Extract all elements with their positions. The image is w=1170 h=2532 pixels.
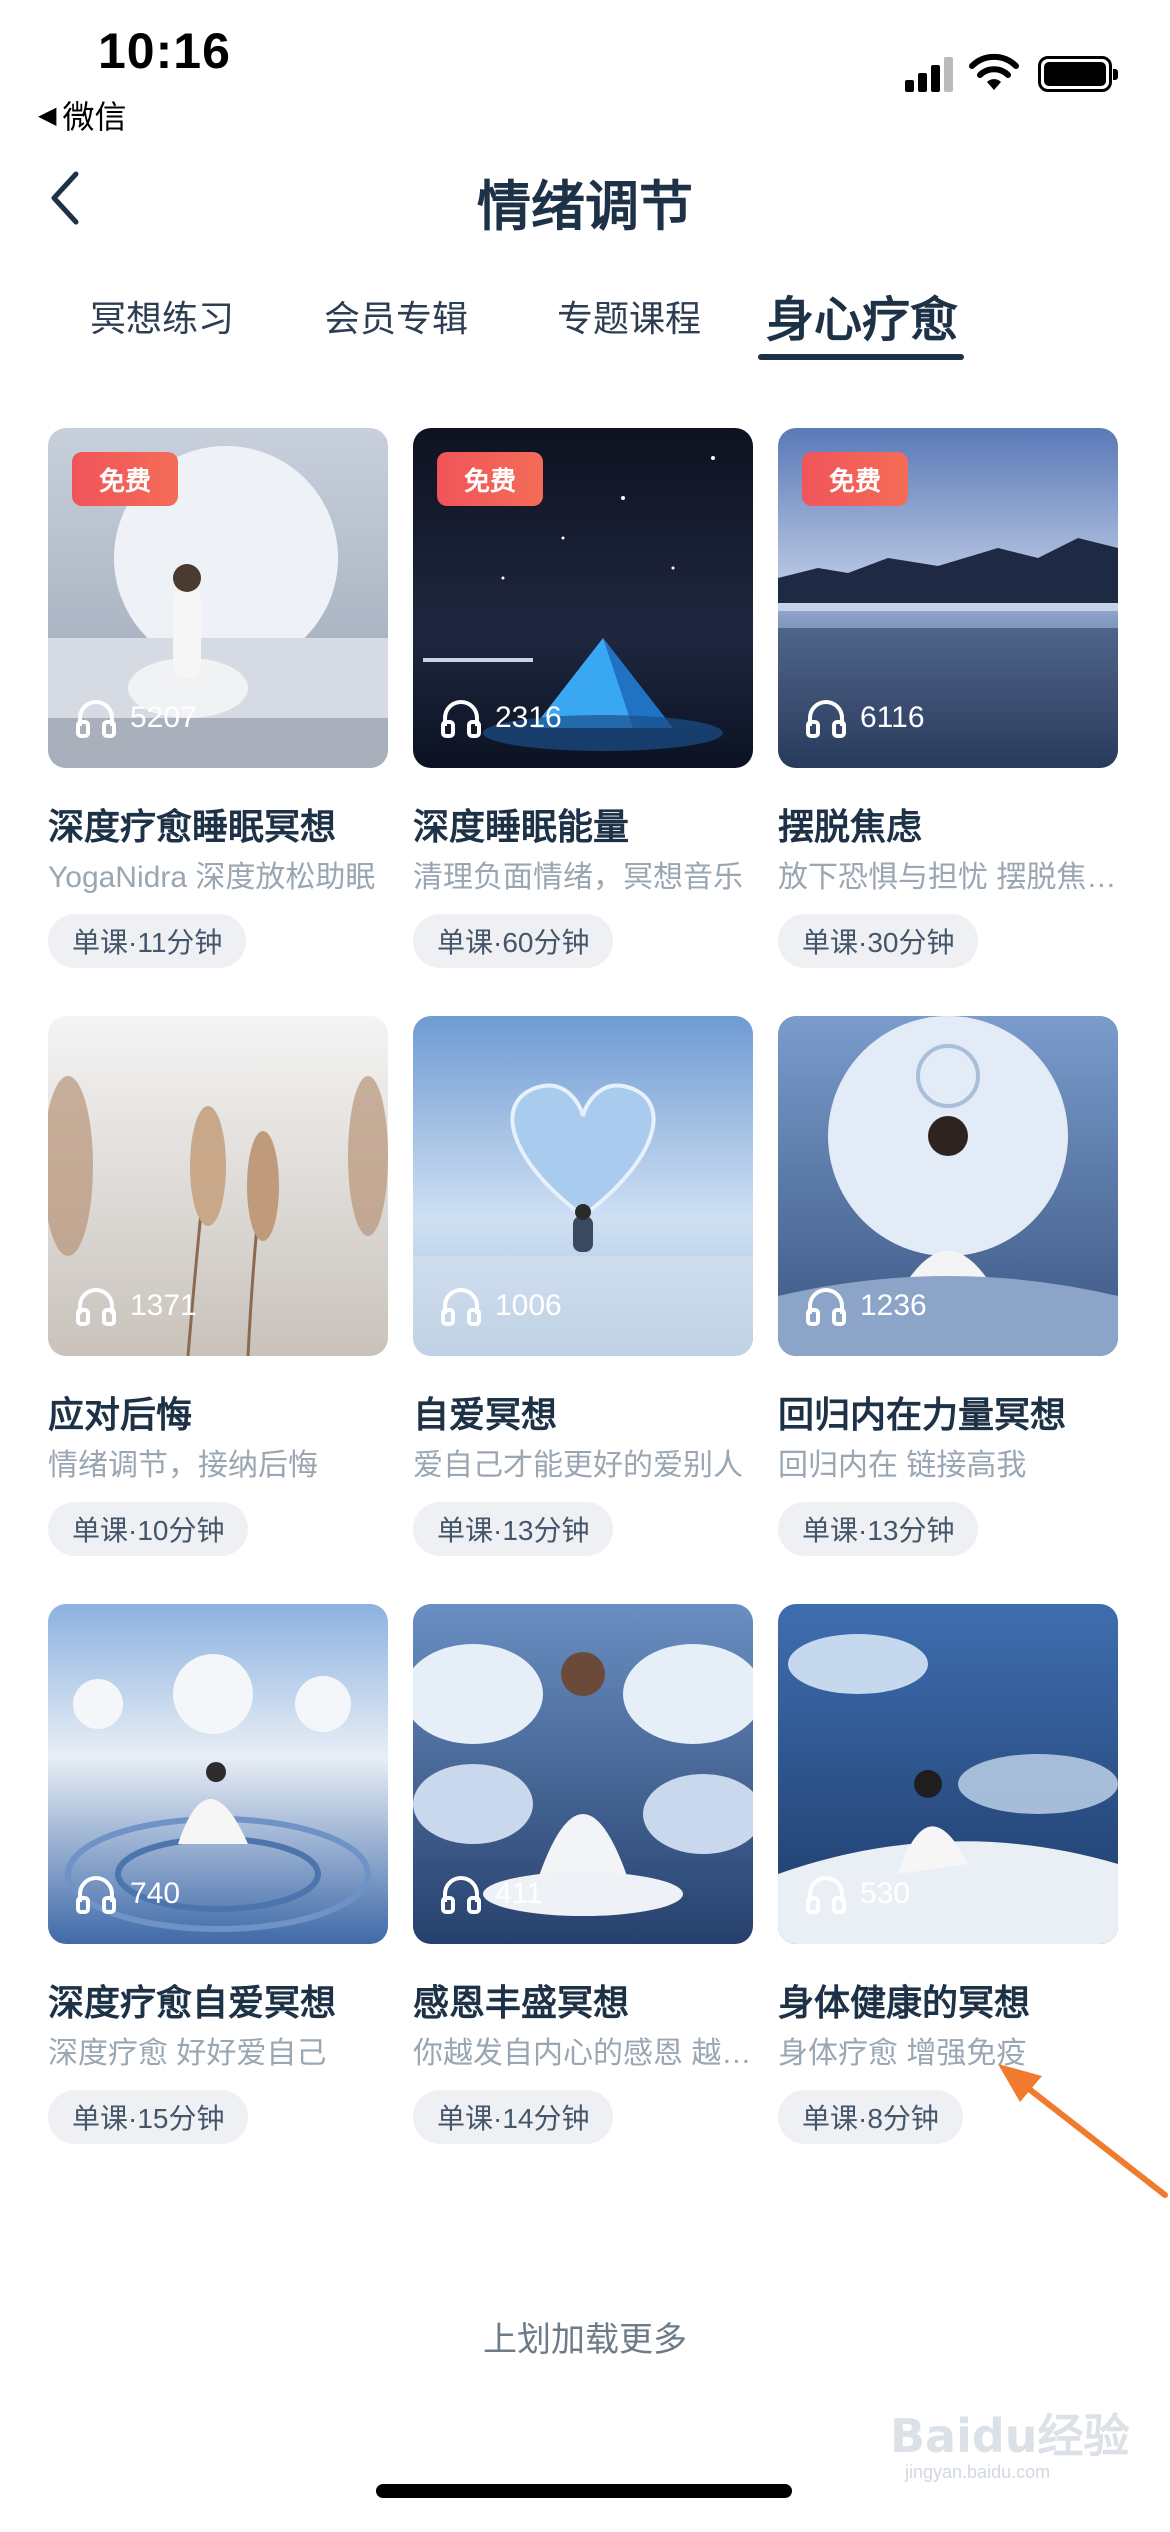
tab-member-albums[interactable]: 会员专辑 <box>324 290 468 342</box>
course-description: 你越发自内心的感恩 越能吸引丰盛 <box>413 2037 753 2070</box>
play-count: 1236 <box>804 1284 927 1328</box>
course-duration-tag: 单课·30分钟 <box>778 914 979 968</box>
play-count: 6116 <box>804 696 925 740</box>
course-duration-tag: 单课·13分钟 <box>778 1502 979 1556</box>
headphones-icon <box>441 1288 481 1326</box>
play-count: 5207 <box>74 696 197 740</box>
play-count-value: 6116 <box>860 701 925 734</box>
play-count: 411 <box>439 1872 543 1916</box>
watermark-url: jingyan.baidu.com <box>905 2462 1051 2482</box>
course-card[interactable]: 1236 回归内在力量冥想 回归内在 链接高我 单课·13分钟 <box>778 1016 1118 1576</box>
free-badge: 免费 <box>437 452 543 506</box>
wifi-icon <box>969 53 1019 90</box>
headphones-icon <box>441 1876 481 1914</box>
play-count-value: 1371 <box>130 1289 197 1322</box>
play-count: 2316 <box>439 696 562 740</box>
watermark: Baidu经验 <box>890 2409 1130 2463</box>
play-count: 1371 <box>74 1284 197 1328</box>
course-description: 清理负面情绪，冥想音乐 <box>413 861 743 894</box>
cellular-signal-icon <box>905 56 955 92</box>
course-description: 回归内在 链接高我 <box>778 1449 1027 1482</box>
play-count-value: 2316 <box>495 701 562 734</box>
play-count-value: 530 <box>860 1877 911 1910</box>
course-card[interactable]: 免费 2316 深度睡眠能量 清理负面情绪，冥想音乐 单课·60分钟 <box>413 428 753 988</box>
play-count: 530 <box>804 1872 910 1916</box>
category-tabs: 冥想练习 会员专辑 专题课程 身心疗愈 <box>0 270 1170 370</box>
headphones-icon <box>76 1288 116 1326</box>
course-title: 深度疗愈自爱冥想 <box>48 1982 337 2023</box>
course-title: 自爱冥想 <box>413 1394 558 1435</box>
active-tab-indicator <box>758 354 964 360</box>
course-duration-tag: 单课·11分钟 <box>48 914 247 968</box>
course-card[interactable]: 411 感恩丰盛冥想 你越发自内心的感恩 越能吸引丰盛 单课·14分钟 <box>413 1604 753 2164</box>
page-title: 情绪调节 <box>477 177 693 237</box>
course-description: 爱自己才能更好的爱别人 <box>413 1449 743 1482</box>
course-title: 应对后悔 <box>48 1394 193 1435</box>
tab-meditation-practice[interactable]: 冥想练习 <box>90 290 234 342</box>
headphones-icon <box>76 700 116 738</box>
course-description: 放下恐惧与担忧 摆脱焦虑情绪 <box>778 861 1118 894</box>
course-title: 深度睡眠能量 <box>413 806 630 847</box>
course-description: 深度疗愈 好好爱自己 <box>48 2037 327 2070</box>
play-count: 1006 <box>439 1284 562 1328</box>
course-title: 摆脱焦虑 <box>778 806 923 847</box>
status-time: 10:16 <box>98 23 231 79</box>
course-title: 深度疗愈睡眠冥想 <box>48 806 337 847</box>
course-duration-tag: 单课·8分钟 <box>778 2090 963 2144</box>
tab-special-courses[interactable]: 专题课程 <box>557 290 701 342</box>
course-card[interactable]: 740 深度疗愈自爱冥想 深度疗愈 好好爱自己 单课·15分钟 <box>48 1604 388 2164</box>
play-count-value: 1006 <box>495 1289 562 1322</box>
play-count: 740 <box>74 1872 180 1916</box>
course-title: 身体健康的冥想 <box>778 1982 1031 2023</box>
course-duration-tag: 单课·60分钟 <box>413 914 614 968</box>
course-card[interactable]: 1006 自爱冥想 爱自己才能更好的爱别人 单课·13分钟 <box>413 1016 753 1576</box>
play-count-value: 5207 <box>130 701 197 734</box>
play-count-value: 1236 <box>860 1289 927 1322</box>
battery-icon <box>1038 56 1118 92</box>
course-title: 感恩丰盛冥想 <box>413 1982 630 2023</box>
home-indicator[interactable] <box>376 2484 792 2498</box>
status-bar: 10:16 ◀ 微信 <box>0 0 1170 140</box>
headphones-icon <box>806 700 846 738</box>
course-duration-tag: 单课·13分钟 <box>413 1502 614 1556</box>
free-badge: 免费 <box>72 452 178 506</box>
headphones-icon <box>806 1288 846 1326</box>
course-description: YogaNidra 深度放松助眠 <box>48 861 376 894</box>
back-triangle-icon: ◀ <box>38 101 57 129</box>
back-app-label: 微信 <box>62 99 127 135</box>
tab-body-mind-healing[interactable]: 身心疗愈 <box>766 280 958 350</box>
back-to-app-link[interactable]: ◀ 微信 <box>38 92 126 138</box>
course-card[interactable]: 1371 应对后悔 情绪调节，接纳后悔 单课·10分钟 <box>48 1016 388 1576</box>
play-count-value: 740 <box>130 1877 181 1910</box>
course-card[interactable]: 免费 6116 摆脱焦虑 放下恐惧与担忧 摆脱焦虑情绪 单课·30分钟 <box>778 428 1118 988</box>
load-more-hint: 上划加载更多 <box>483 2321 687 2359</box>
course-duration-tag: 单课·15分钟 <box>48 2090 249 2144</box>
play-count-value: 411 <box>495 1877 543 1910</box>
course-title: 回归内在力量冥想 <box>778 1394 1067 1435</box>
headphones-icon <box>76 1876 116 1914</box>
course-duration-tag: 单课·10分钟 <box>48 1502 249 1556</box>
course-card[interactable]: 免费 5207 深度疗愈睡眠冥想 YogaNidra 深度放松助眠 单课·11分… <box>48 428 388 988</box>
course-duration-tag: 单课·14分钟 <box>413 2090 614 2144</box>
annotation-arrow-icon <box>998 2064 1168 2198</box>
free-badge: 免费 <box>802 452 908 506</box>
course-description: 情绪调节，接纳后悔 <box>48 1449 318 1482</box>
headphones-icon <box>441 700 481 738</box>
headphones-icon <box>806 1876 846 1914</box>
